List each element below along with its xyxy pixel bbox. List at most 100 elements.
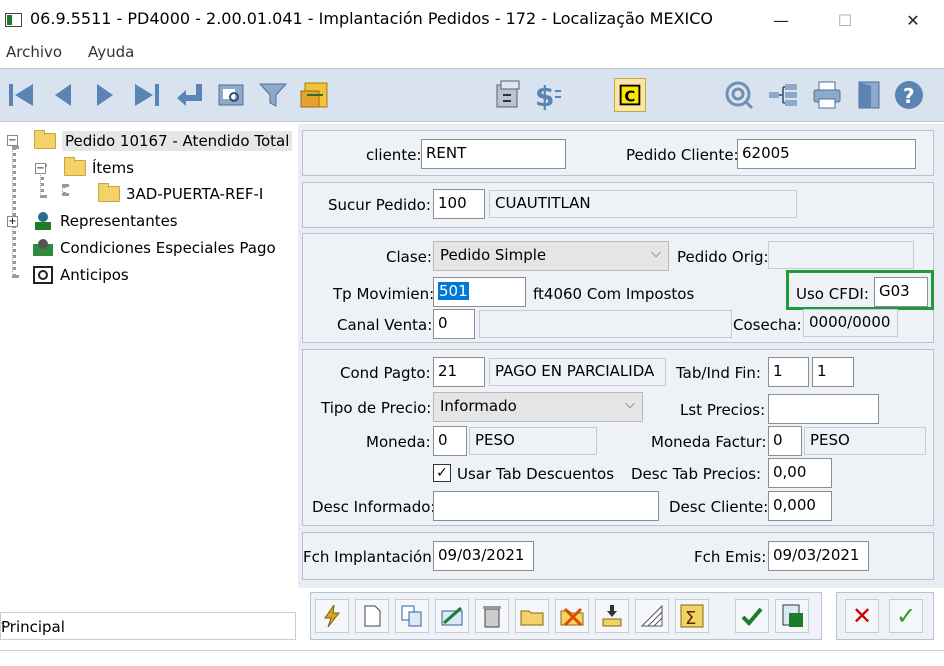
desc-cliente-field[interactable]: 0,000 [768,491,832,521]
tree-label-condiciones: Condiciones Especiales Pago [60,239,276,257]
canal-venta-field[interactable]: 0 [433,309,475,339]
app-icon [5,13,22,27]
canal-venta-label: Canal Venta: [337,316,433,334]
moneda-factur-field[interactable]: 0 [768,426,802,456]
clase-select[interactable]: Pedido Simple ⌵ [433,241,669,271]
payment-conditions-icon [33,239,53,256]
return-icon[interactable] [172,77,206,113]
moneda-label: Moneda: [366,433,431,451]
first-record-icon[interactable] [4,77,38,113]
cond-pagto-field[interactable]: 21 [433,357,485,387]
new-document-icon[interactable] [355,599,389,633]
tree-label-anticipos: Anticipos [60,266,129,284]
tree-node-item[interactable]: 3AD-PUERTA-REF-I [98,182,263,206]
fch-implantacion-label: Fch Implantación: [303,548,437,566]
printer-icon[interactable] [810,77,844,113]
menu-archivo[interactable]: Archivo [6,43,62,61]
tree-node-items[interactable]: Ítems [64,156,134,180]
minimize-button[interactable]: — [758,0,804,40]
copy-document-icon[interactable] [395,599,429,633]
tp-movimien-field[interactable]: 501 [433,277,526,307]
tree-node-representantes[interactable]: Representantes [32,209,178,233]
delete-trash-icon[interactable] [475,599,509,633]
tp-movimien-label: Tp Movimien: [333,285,435,303]
sum-icon[interactable]: Σ [675,599,709,633]
fch-emis-label: Fch Emis: [694,548,767,566]
moneda-factur-name: PESO [804,427,926,455]
tree-label-pedido: Pedido 10167 - Atendido Total [62,131,293,151]
confirm-button[interactable]: ✓ [889,599,923,633]
tipo-precio-label: Tipo de Precio: [321,399,432,417]
tipo-precio-select[interactable]: Informado ⌵ [433,392,643,422]
collapse-root-toggle[interactable]: − [7,135,18,146]
desc-informado-label: Desc Informado: [312,498,436,516]
tree-node-condiciones[interactable]: Condiciones Especiales Pago [32,236,276,260]
collapse-items-toggle[interactable]: − [35,163,46,174]
fch-implantacion-field[interactable]: 09/03/2021 [433,541,534,571]
desc-tab-precios-label: Desc Tab Precios: [631,465,762,483]
c-badge-icon[interactable]: C [614,78,646,112]
next-record-icon[interactable] [88,77,122,113]
previous-record-icon[interactable] [46,77,80,113]
lst-precios-label: Lst Precios: [680,401,766,419]
sucursal-name: CUAUTITLAN [489,190,797,218]
moneda-field[interactable]: 0 [433,426,467,456]
usar-tab-checkbox[interactable]: ✓ [433,464,451,482]
svg-text:C: C [624,88,635,106]
menu-ayuda[interactable]: Ayuda [88,43,134,61]
calculator-list-icon[interactable] [775,599,809,633]
sucursal-label: Sucur Pedido: [328,196,431,214]
open-folder-icon[interactable] [515,599,549,633]
tipo-precio-value: Informado [440,397,517,415]
sucursal-code-field[interactable]: 100 [433,189,485,219]
lst-precios-field[interactable] [768,394,879,424]
tree-label-items: Ítems [92,159,134,177]
lightning-icon[interactable] [315,599,349,633]
tree-label-representantes: Representantes [60,212,178,230]
maximize-button[interactable]: ☐ [822,0,868,40]
usar-tab-label: Usar Tab Descuentos [457,465,615,483]
currency-icon[interactable]: $ [530,77,564,113]
approve-icon[interactable] [735,599,769,633]
desc-tab-precios-field[interactable]: 0,00 [768,458,832,488]
document-edit-icon[interactable] [298,77,332,113]
menu-bar: Archivo Ayuda [0,40,944,66]
folder-icon [64,157,86,176]
pedido-cliente-field[interactable]: 62005 [737,139,916,169]
calculator-icon[interactable] [492,77,526,113]
tab-field[interactable]: 1 [768,357,809,387]
last-record-icon[interactable] [130,77,164,113]
expand-representantes-toggle[interactable]: + [7,216,18,227]
tp-movimien-desc: ft4060 Com Impostos [533,285,695,303]
ind-fin-field[interactable]: 1 [812,357,854,387]
tp-movimien-value: 501 [438,282,469,300]
preview-icon[interactable] [214,77,248,113]
safe-icon [33,266,53,284]
close-folder-icon[interactable] [555,599,589,633]
tree-node-pedido[interactable]: Pedido 10167 - Atendido Total [34,129,293,153]
tree-structure-icon[interactable] [766,77,800,113]
chevron-down-icon: ⌵ [625,397,635,412]
main-toolbar: $ C ? [0,68,944,122]
chevron-down-icon: ⌵ [651,246,661,261]
title-bar: 06.9.5511 - PD4000 - 2.00.01.041 - Impla… [0,0,944,40]
view-selector[interactable]: Principal ⌵ [0,612,296,640]
search-globe-icon[interactable] [722,77,756,113]
cliente-field[interactable]: RENT [421,139,566,169]
filter-icon[interactable] [256,77,290,113]
cancel-button[interactable]: ✕ [845,599,879,633]
cliente-label: cliente: [366,146,422,164]
tree-node-anticipos[interactable]: Anticipos [32,263,129,287]
svg-text:Σ: Σ [685,608,696,629]
help-icon[interactable]: ? [892,77,926,113]
close-button[interactable]: ✕ [890,0,936,40]
canal-venta-desc [479,310,732,338]
edit-lines-icon[interactable] [435,599,469,633]
desc-informado-field[interactable] [433,491,659,521]
exit-door-icon[interactable] [852,77,886,113]
fch-emis-field[interactable]: 09/03/2021 [768,541,869,571]
hatch-icon[interactable] [635,599,669,633]
pedido-orig-field [768,241,914,269]
desc-cliente-label: Desc Cliente: [669,498,769,516]
download-icon[interactable] [595,599,629,633]
